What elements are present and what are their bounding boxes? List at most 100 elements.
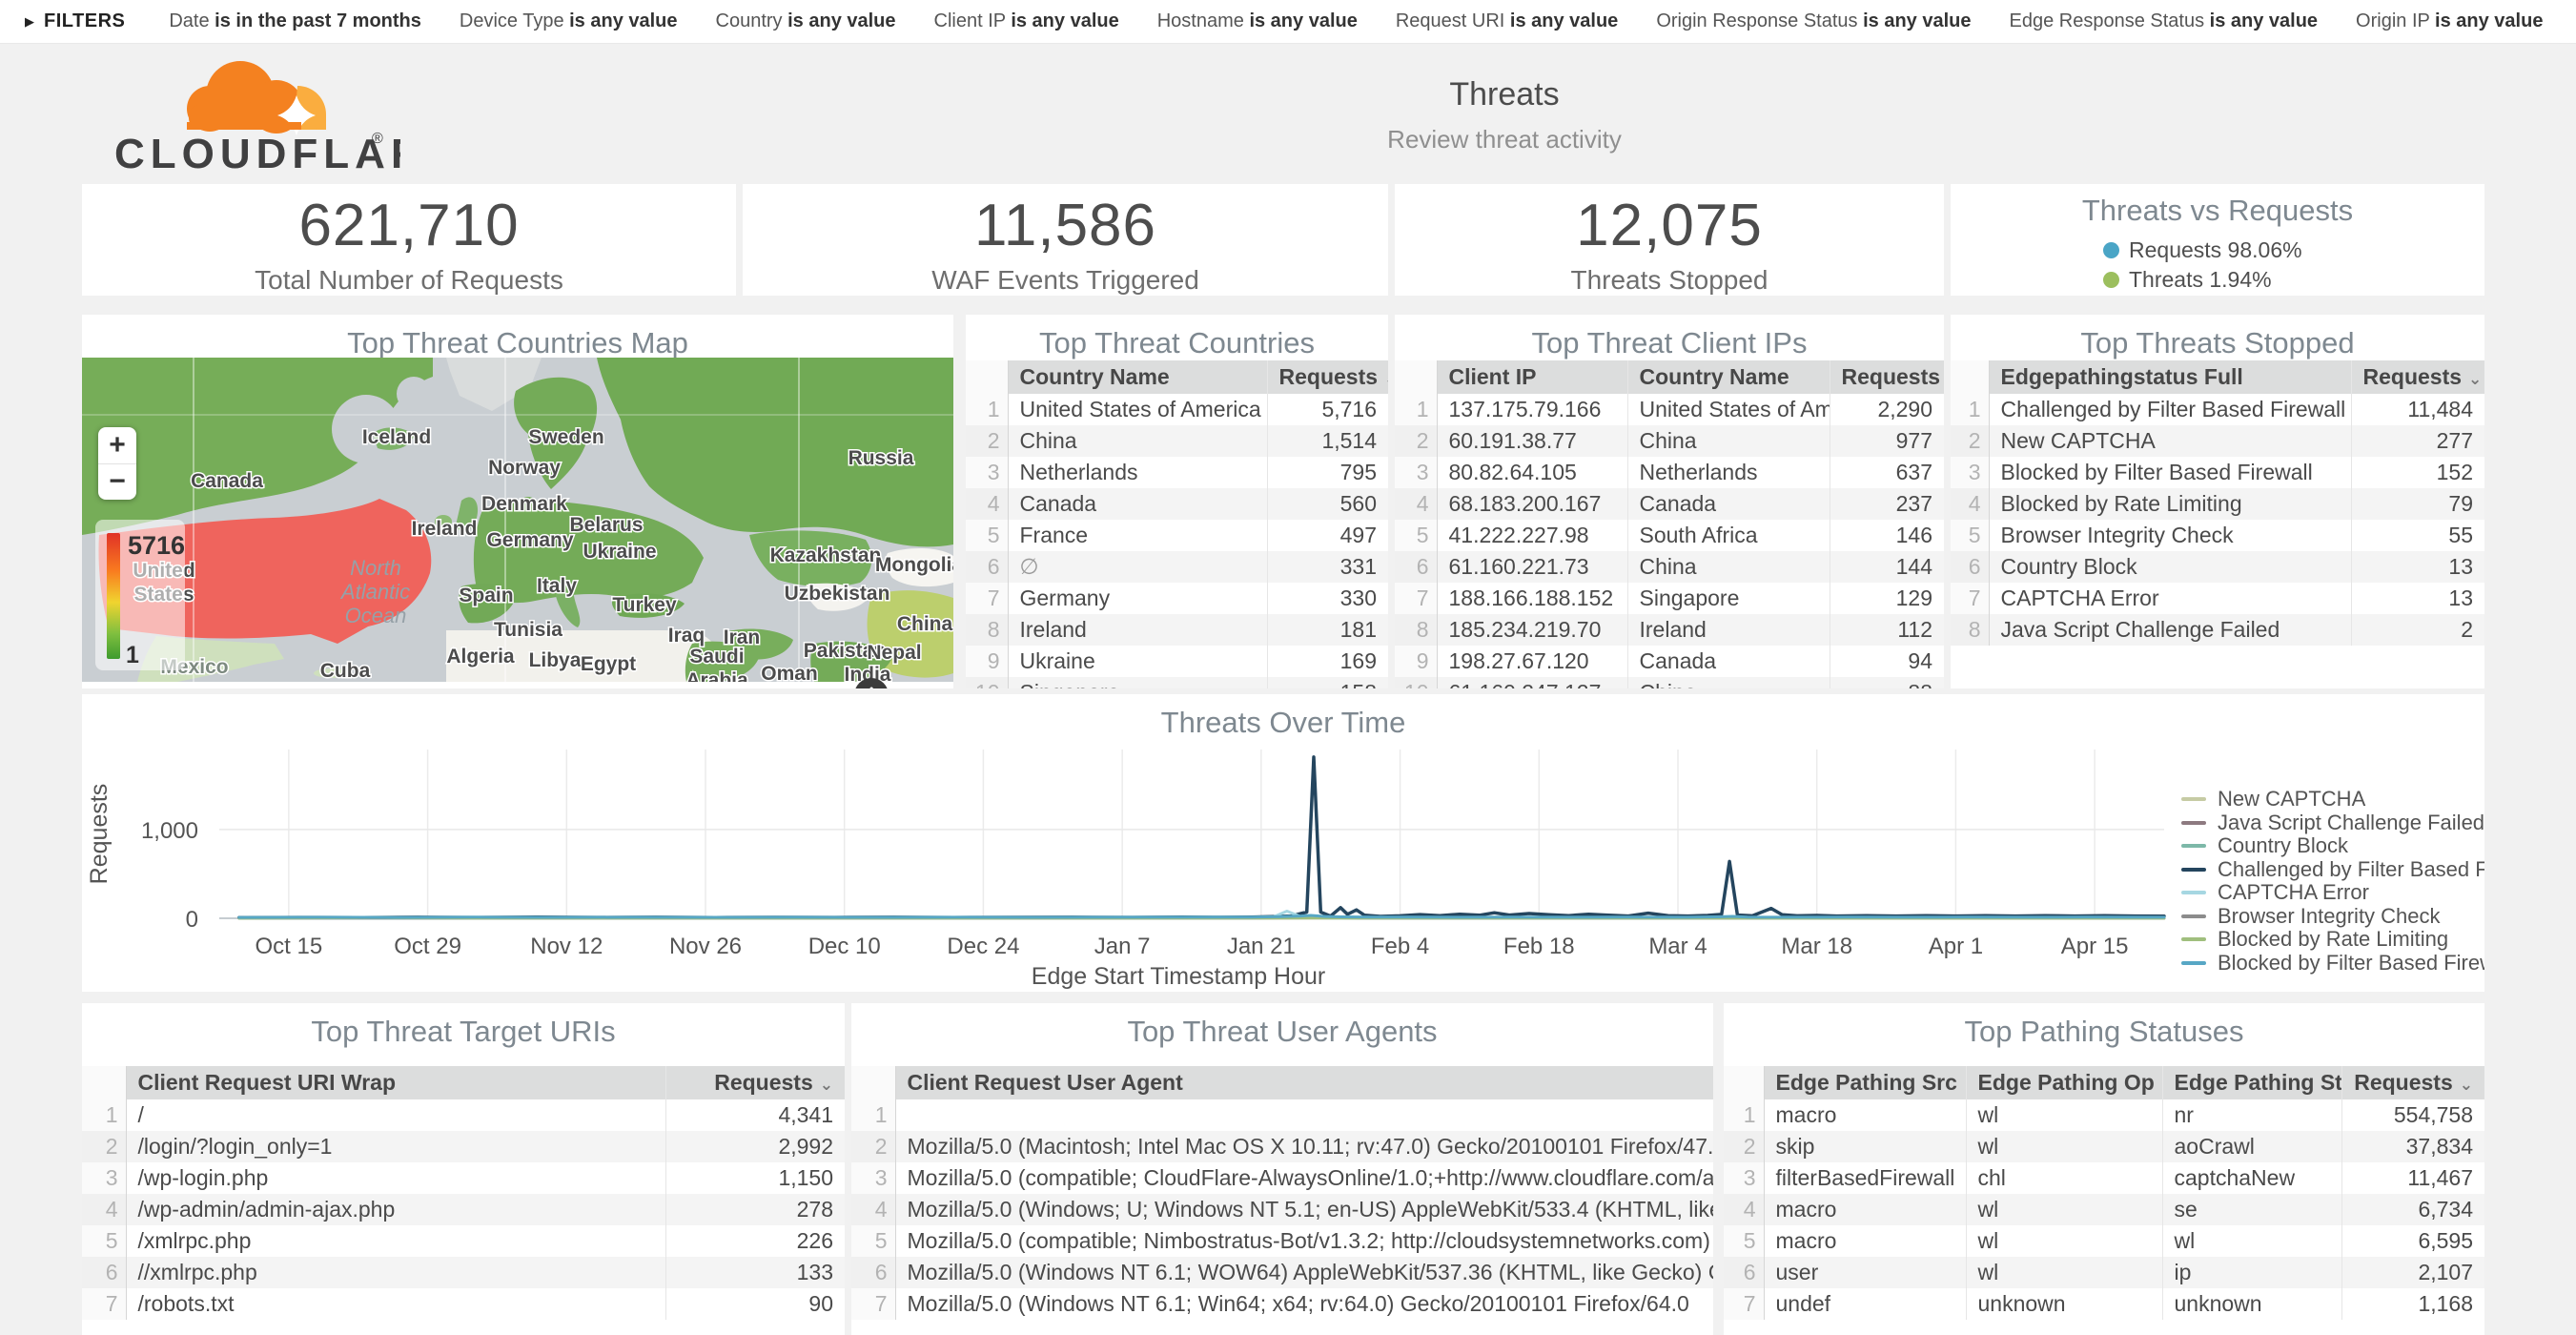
legend-item-browser-integrity-check[interactable]: Browser Integrity Check xyxy=(2181,905,2481,929)
threat-countries-map[interactable]: CanadaUnitedStatesMexicoCubaIcelandIrela… xyxy=(82,358,953,682)
legend-label: Country Block xyxy=(2218,833,2348,858)
legend-line-icon xyxy=(2181,914,2206,918)
cell-edge-pathing-src: skip xyxy=(1764,1131,1966,1162)
cell-edgepathingstatus-full: Blocked by Rate Limiting xyxy=(1989,488,2351,520)
cell-requests: 497 xyxy=(1267,520,1388,551)
rank-column-header xyxy=(1951,360,1989,394)
column-header-edge-pathing-status[interactable]: Edge Pathing Status xyxy=(2162,1066,2341,1099)
column-header-requests[interactable]: Requests⌄ xyxy=(2351,360,2484,394)
cell-edge-pathing-status: wl xyxy=(2162,1225,2341,1257)
top-threats-stopped: Edgepathingstatus FullRequests⌄1Challeng… xyxy=(1951,360,2484,688)
column-header-country-name[interactable]: Country Name xyxy=(1627,360,1830,394)
row-rank: 3 xyxy=(966,457,1008,488)
threats-over-time-chart[interactable]: 01,000Oct 15Oct 29Nov 12Nov 26Dec 10Dec … xyxy=(82,694,2484,992)
column-header-country-name[interactable]: Country Name xyxy=(1008,360,1267,394)
filter-device-type[interactable]: Device Type is any value xyxy=(460,10,678,32)
legend-item-java-script-challenge-failed[interactable]: Java Script Challenge Failed xyxy=(2181,811,2481,835)
column-header-requests[interactable]: Requests⌄ xyxy=(1830,360,1944,394)
cell-client-request-uri-wrap: /robots.txt xyxy=(126,1288,665,1320)
column-header-requests[interactable]: Requests⌄ xyxy=(1267,360,1388,394)
top-threat-target-uris: Client Request URI WrapRequests⌄1/4,3412… xyxy=(82,1066,845,1335)
x-tick-label: Mar 4 xyxy=(1648,934,1707,959)
legend-item-country-block[interactable]: Country Block xyxy=(2181,834,2481,858)
table-row: 9198.27.67.120Canada94 xyxy=(1395,646,1944,677)
filter-country[interactable]: Country is any value xyxy=(716,10,896,32)
column-header-edge-pathing-op[interactable]: Edge Pathing Op xyxy=(1966,1066,2162,1099)
cell-edgepathingstatus-full: Java Script Challenge Failed xyxy=(1989,614,2351,646)
cell-requests: 6,595 xyxy=(2341,1225,2484,1257)
filter-label: Client IP xyxy=(934,10,1012,31)
page-subtitle: Review threat activity xyxy=(1387,125,1622,154)
filter-value: is any value xyxy=(1863,10,1971,31)
filter-request-uri[interactable]: Request URI is any value xyxy=(1396,10,1618,32)
filter-client-ip[interactable]: Client IP is any value xyxy=(934,10,1119,32)
row-rank: 5 xyxy=(1724,1225,1764,1257)
table-row: 9Ukraine169 xyxy=(966,646,1388,677)
row-rank: 4 xyxy=(1395,488,1437,520)
cell-requests: 129 xyxy=(1830,583,1944,614)
filter-hostname[interactable]: Hostname is any value xyxy=(1157,10,1358,32)
cell-requests: 181 xyxy=(1267,614,1388,646)
filters-expand-icon: ▶ xyxy=(25,14,34,30)
row-rank: 6 xyxy=(1395,551,1437,583)
legend-item-challenged-by-filter-based-firewall[interactable]: Challenged by Filter Based Firewall xyxy=(2181,858,2481,882)
row-rank: 8 xyxy=(966,614,1008,646)
column-header-client-request-uri-wrap[interactable]: Client Request URI Wrap xyxy=(126,1066,665,1099)
row-rank: 1 xyxy=(82,1099,126,1131)
zoom-out-button[interactable]: − xyxy=(98,464,136,501)
threats-vs-requests-legend: Requests 98.06%Threats 1.94% xyxy=(1951,237,2484,293)
table-row: 5macrowlwl6,595 xyxy=(1724,1225,2484,1257)
column-header-client-ip[interactable]: Client IP xyxy=(1437,360,1627,394)
cell-requests: 554,758 xyxy=(2341,1099,2484,1131)
table-row: 7Mozilla/5.0 (Windows NT 6.1; Win64; x64… xyxy=(851,1288,1713,1320)
table-row: 4Blocked by Rate Limiting79 xyxy=(1951,488,2484,520)
legend-item-blocked-by-filter-based-firewall[interactable]: Blocked by Filter Based Firewall xyxy=(2181,952,2481,976)
cell-requests: 277 xyxy=(2351,425,2484,457)
filter-date[interactable]: Date is in the past 7 months xyxy=(169,10,421,32)
legend-item-new-captcha[interactable]: New CAPTCHA xyxy=(2181,788,2481,811)
column-header-edge-pathing-src[interactable]: Edge Pathing Src xyxy=(1764,1066,1966,1099)
cell-client-request-uri-wrap: //xmlrpc.php xyxy=(126,1257,665,1288)
cell-client-ip: 80.82.64.105 xyxy=(1437,457,1627,488)
row-rank: 7 xyxy=(966,583,1008,614)
table-row: 6//xmlrpc.php133 xyxy=(82,1257,845,1288)
filter-value: is any value xyxy=(569,10,677,31)
table-row: 7CAPTCHA Error13 xyxy=(1951,583,2484,614)
legend-item-blocked-by-rate-limiting[interactable]: Blocked by Rate Limiting xyxy=(2181,928,2481,952)
panel-title: Top Threat Countries xyxy=(966,326,1388,360)
cell-client-request-uri-wrap: /wp-login.php xyxy=(126,1162,665,1194)
filter-origin-ip[interactable]: Origin IP is any value xyxy=(2356,10,2543,32)
cell-country-name: Canada xyxy=(1627,646,1830,677)
column-header-client-request-user-agent[interactable]: Client Request User Agent xyxy=(895,1066,1713,1099)
table-row: 1Challenged by Filter Based Firewall11,4… xyxy=(1951,394,2484,425)
cell-requests: 13 xyxy=(2351,551,2484,583)
stat-value: 621,710 xyxy=(82,192,736,259)
cell-edge-pathing-src: user xyxy=(1764,1257,1966,1288)
rank-column-header xyxy=(851,1066,895,1099)
zoom-in-button[interactable]: + xyxy=(98,427,136,464)
cell-edge-pathing-op: wl xyxy=(1966,1131,2162,1162)
row-rank: 5 xyxy=(1395,520,1437,551)
map-label-germany: Germany xyxy=(486,529,573,551)
row-rank: 3 xyxy=(1724,1162,1764,1194)
filters-toggle[interactable]: ▶ FILTERS xyxy=(25,10,125,32)
cell-client-ip: 60.191.38.77 xyxy=(1437,425,1627,457)
cell-edge-pathing-status: aoCrawl xyxy=(2162,1131,2341,1162)
filter-label: Country xyxy=(716,10,788,31)
filter-edge-response-status[interactable]: Edge Response Status is any value xyxy=(2010,10,2319,32)
row-rank: 5 xyxy=(1951,520,1989,551)
column-header-edgepathingstatus-full[interactable]: Edgepathingstatus Full xyxy=(1989,360,2351,394)
x-tick-label: Nov 12 xyxy=(530,934,603,959)
map-label-ireland: Ireland xyxy=(412,518,478,540)
filter-origin-response-status[interactable]: Origin Response Status is any value xyxy=(1656,10,1971,32)
column-header-requests[interactable]: Requests⌄ xyxy=(2341,1066,2484,1099)
map-label-iceland: Iceland xyxy=(362,426,431,448)
x-tick-label: Mar 18 xyxy=(1781,934,1852,959)
cell-country-name: China xyxy=(1627,677,1830,688)
map-label-libya: Libya xyxy=(529,649,582,671)
legend-item-captcha-error[interactable]: CAPTCHA Error xyxy=(2181,881,2481,905)
cell-requests: 560 xyxy=(1267,488,1388,520)
panel-threat-countries-map: Top Threat Countries Map xyxy=(82,315,953,688)
column-header-requests[interactable]: Requests⌄ xyxy=(665,1066,845,1099)
table-row: 3filterBasedFirewallchlcaptchaNew11,467 xyxy=(1724,1162,2484,1194)
